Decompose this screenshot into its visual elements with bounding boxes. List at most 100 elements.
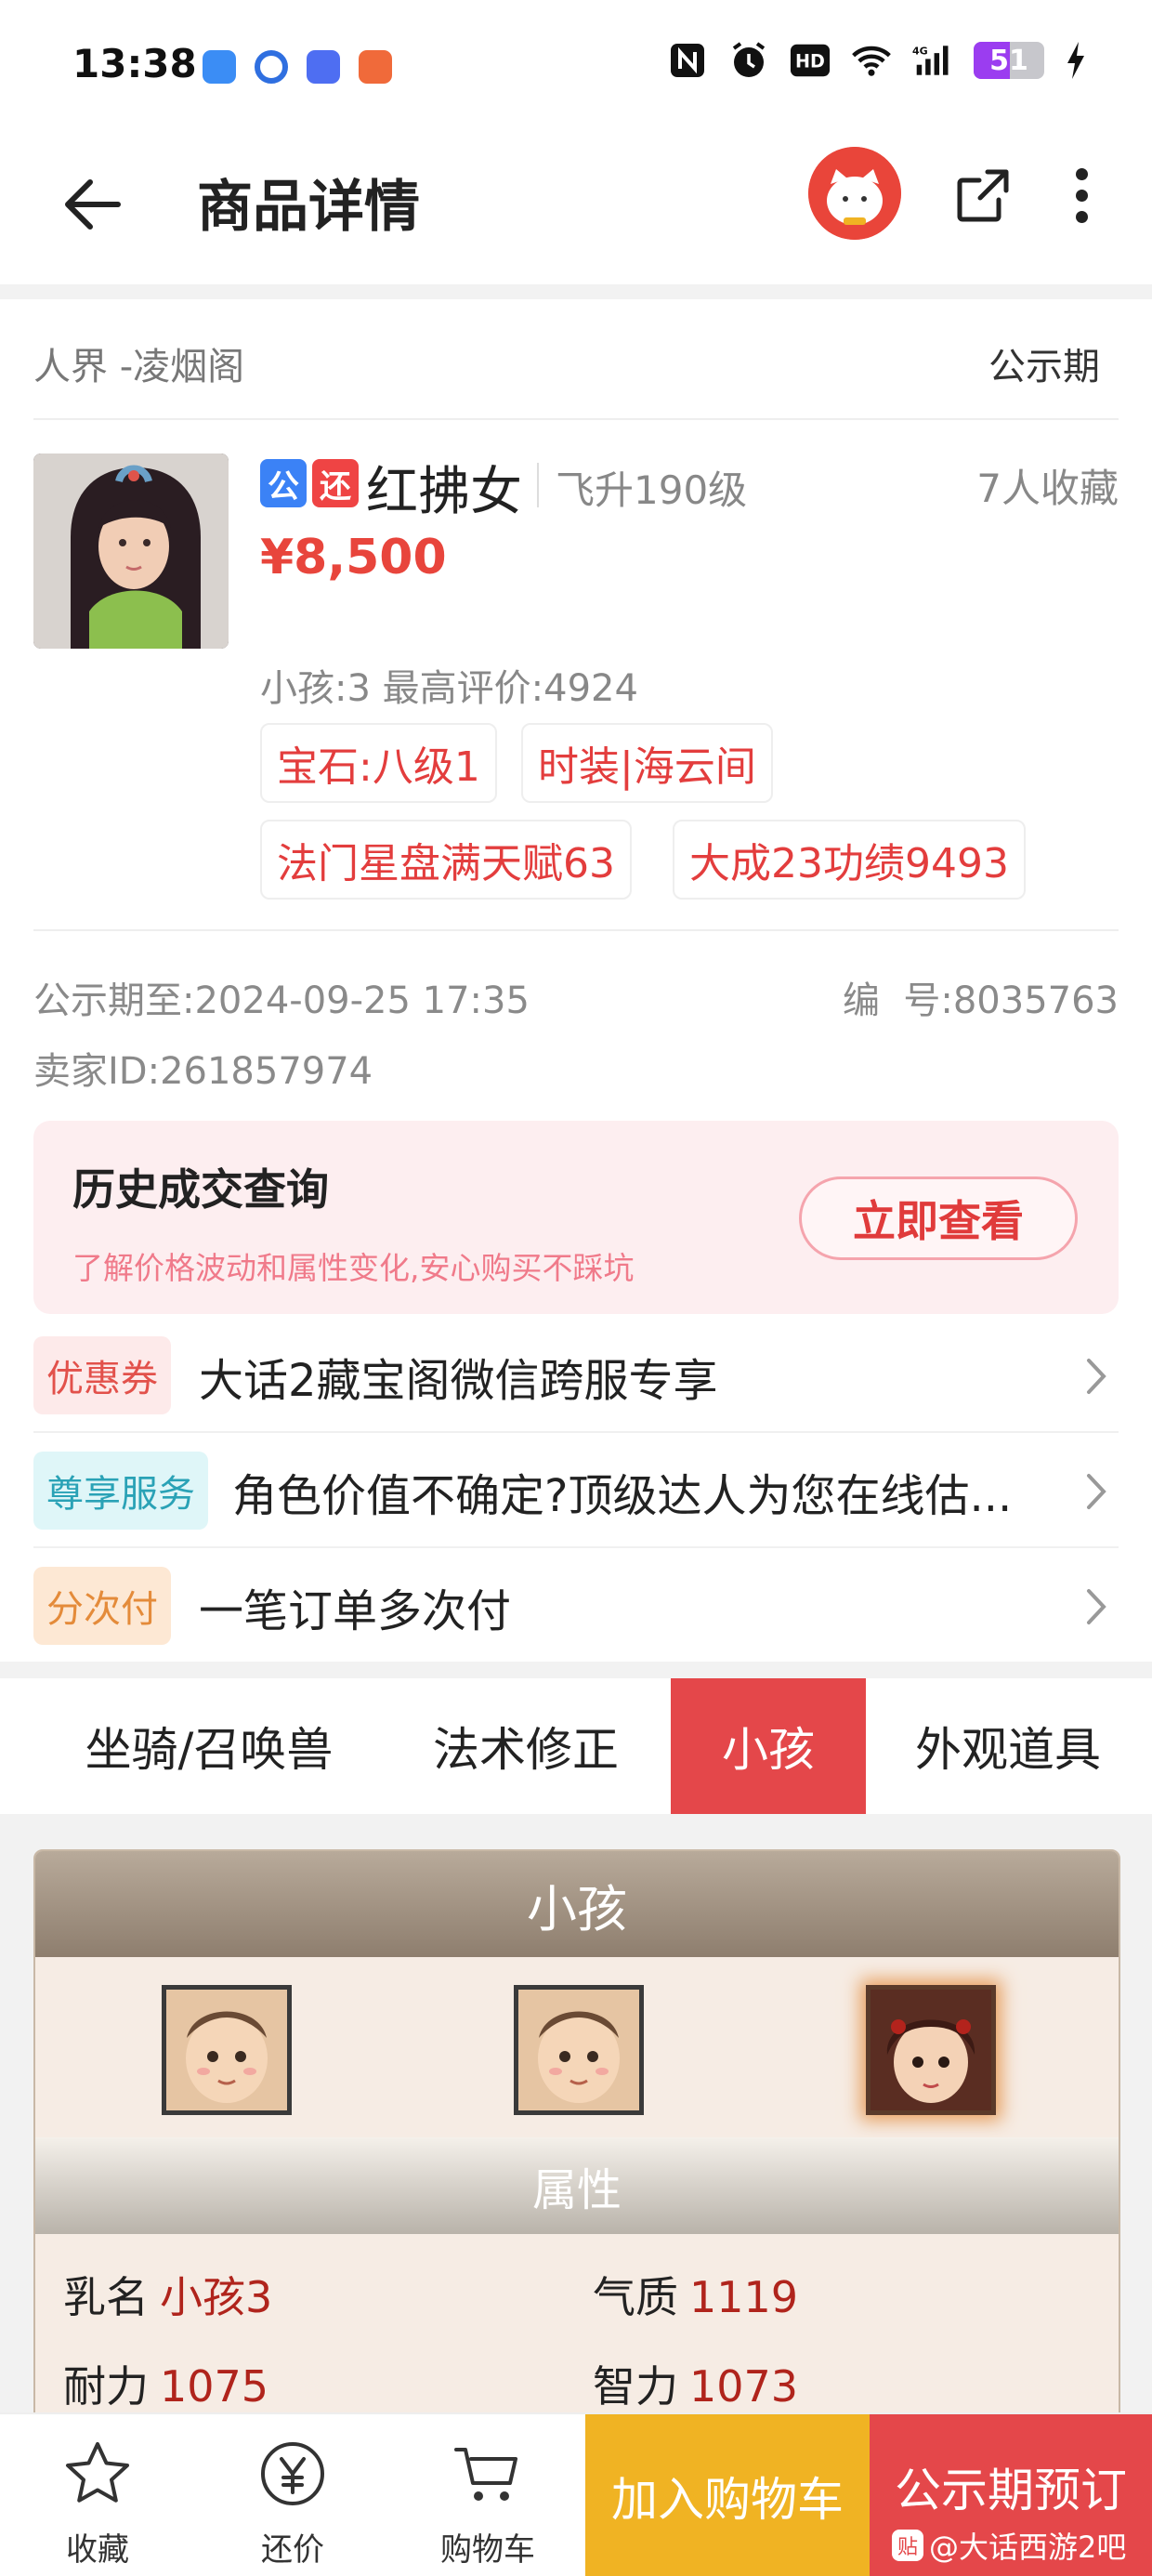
watermark: 贴 @大话西游2吧	[892, 2524, 1126, 2567]
cart-label: 购物车	[440, 2531, 535, 2569]
history-banner[interactable]: 历史成交查询 了解价格波动和属性变化,安心购买不踩坑 立即查看	[33, 1121, 1119, 1314]
nfc-icon	[667, 41, 708, 80]
bargain-badge: 还	[312, 459, 359, 507]
back-button[interactable]	[56, 167, 130, 242]
attribute-value: 1075	[160, 2361, 269, 2412]
svg-text:HD: HD	[795, 51, 825, 72]
app-notification-icon	[203, 50, 236, 84]
tieba-notification-icon	[307, 50, 340, 84]
alarm-icon	[728, 41, 769, 80]
server-name: 人界 -凌烟阁	[33, 346, 245, 388]
server-row: 人界 -凌烟阁 公示期	[33, 299, 1119, 420]
share-icon	[957, 169, 1009, 222]
divider	[0, 284, 1152, 299]
attribute-temperament: 气质 1119	[593, 2264, 798, 2325]
seller-label: 卖家ID:	[33, 1050, 161, 1093]
bargain-label: 还价	[261, 2531, 324, 2569]
signal-icon: 4G	[912, 41, 953, 80]
yen-coin-icon	[261, 2442, 324, 2505]
child-avatar[interactable]	[162, 1985, 292, 2115]
tab-mounts-pets[interactable]: 坐骑/召唤兽	[56, 1678, 362, 1814]
attribute-label: 智力	[593, 2361, 678, 2412]
listing-meta: 公示期至:2024-09-25 17:35 编 号:8035763	[33, 970, 1119, 1022]
tab-appearance-items[interactable]: 外观道具	[892, 1678, 1124, 1814]
back-arrow-icon	[65, 179, 121, 230]
status-bar: 13:38 HD 4G 51	[0, 0, 1152, 130]
tab-spell-correction[interactable]: 法术修正	[405, 1678, 647, 1814]
promo-row-coupon[interactable]: 优惠券 大话2藏宝阁微信跨服专享	[33, 1318, 1119, 1433]
add-to-cart-button[interactable]: 加入购物车	[585, 2414, 870, 2576]
app-notification-icon	[255, 50, 288, 84]
child-summary: 小孩:3 最高评价:4924	[260, 667, 638, 710]
child-avatar-selected[interactable]	[866, 1985, 996, 2115]
character-level: 飞升190级	[556, 467, 748, 513]
promo-tag: 尊享服务	[33, 1452, 208, 1530]
shopping-cart-icon	[454, 2448, 517, 2501]
network-type: 4G	[912, 46, 928, 58]
listing-status: 公示期	[988, 346, 1100, 388]
highlight-tag: 时装|海云间	[521, 723, 773, 803]
promo-text: 大话2藏宝阁微信跨服专享	[199, 1355, 718, 1407]
detail-tabs: 坐骑/召唤兽 法术修正 小孩 外观道具	[0, 1678, 1152, 1814]
character-name: 红拂女	[366, 462, 522, 522]
divider	[0, 1662, 1152, 1678]
highlight-tag: 宝石:八级1	[260, 723, 497, 803]
avatar[interactable]	[808, 147, 901, 240]
promo-tag: 优惠券	[33, 1336, 171, 1414]
star-icon	[66, 2442, 129, 2503]
charging-icon	[1065, 41, 1087, 80]
game-notification-icon	[359, 50, 392, 84]
promo-text: 一笔订单多次付	[199, 1585, 512, 1637]
attribute-value: 1119	[689, 2272, 799, 2322]
public-until-label: 公示期至:	[33, 979, 195, 1022]
seller-id: 261857974	[160, 1050, 373, 1093]
promo-row-premium-service[interactable]: 尊享服务 角色价值不确定?顶级达人为您在线估...	[33, 1433, 1119, 1548]
attribute-label: 气质	[593, 2272, 678, 2322]
hd-icon: HD	[790, 41, 831, 80]
child-panel: 小孩 属性 乳名 小孩3 气质 1119 耐力 1075 智力 1073	[33, 1849, 1120, 2425]
page-title: 商品详情	[197, 175, 420, 240]
attribute-label: 耐力	[63, 2361, 149, 2412]
price: ¥8,500	[260, 530, 447, 585]
product-card: 公 还 红拂女 飞升190级 7人收藏 ¥8,500 小孩:3 最高评价:492…	[33, 420, 1119, 931]
promo-tag: 分次付	[33, 1567, 171, 1645]
public-badge: 公	[260, 459, 307, 507]
cart-button[interactable]: 购物车	[390, 2414, 585, 2576]
chevron-right-icon	[1087, 1359, 1106, 1394]
highlight-tag: 大成23功绩9493	[673, 820, 1026, 900]
more-vertical-icon	[1075, 167, 1088, 180]
favorite-button[interactable]: 收藏	[0, 2414, 195, 2576]
highlight-tag: 法门星盘满天赋63	[260, 820, 632, 900]
history-title: 历史成交查询	[72, 1164, 329, 1215]
share-button[interactable]	[946, 158, 1020, 232]
seller-meta: 卖家ID:261857974	[33, 1041, 1119, 1093]
character-thumbnail[interactable]	[33, 453, 229, 649]
number-value: 8035763	[952, 979, 1119, 1022]
view-history-button[interactable]: 立即查看	[799, 1176, 1078, 1260]
chevron-right-icon	[1087, 1589, 1106, 1624]
more-options-button[interactable]	[1048, 158, 1115, 232]
favorite-count: 7人收藏	[976, 466, 1119, 511]
public-until-value: 2024-09-25 17:35	[194, 979, 530, 1022]
attributes-header: 属性	[35, 2137, 1119, 2234]
attribute-label: 乳名	[63, 2272, 149, 2322]
child-panel-title: 小孩	[35, 1851, 1119, 1957]
app-bar: 商品详情	[0, 130, 1152, 284]
number-label: 编 号:	[842, 979, 953, 1022]
attribute-value: 1073	[689, 2361, 799, 2412]
status-time: 13:38	[72, 41, 197, 86]
attribute-value: 小孩3	[160, 2272, 273, 2322]
bargain-button[interactable]: 还价	[195, 2414, 390, 2576]
battery-icon: 51	[974, 42, 1044, 79]
tieba-logo-icon: 贴	[892, 2530, 923, 2561]
child-avatar[interactable]	[514, 1985, 644, 2115]
divider	[537, 463, 539, 507]
history-subtitle: 了解价格波动和属性变化,安心购买不踩坑	[72, 1250, 635, 1286]
tab-children[interactable]: 小孩	[671, 1678, 866, 1814]
promo-row-installment[interactable]: 分次付 一笔订单多次付	[33, 1548, 1119, 1663]
battery-level: 51	[989, 44, 1028, 77]
attribute-endurance: 耐力 1075	[63, 2353, 268, 2414]
attribute-nickname: 乳名 小孩3	[63, 2264, 272, 2325]
chevron-right-icon	[1087, 1474, 1106, 1509]
watermark-text: @大话西游2吧	[929, 2530, 1127, 2565]
